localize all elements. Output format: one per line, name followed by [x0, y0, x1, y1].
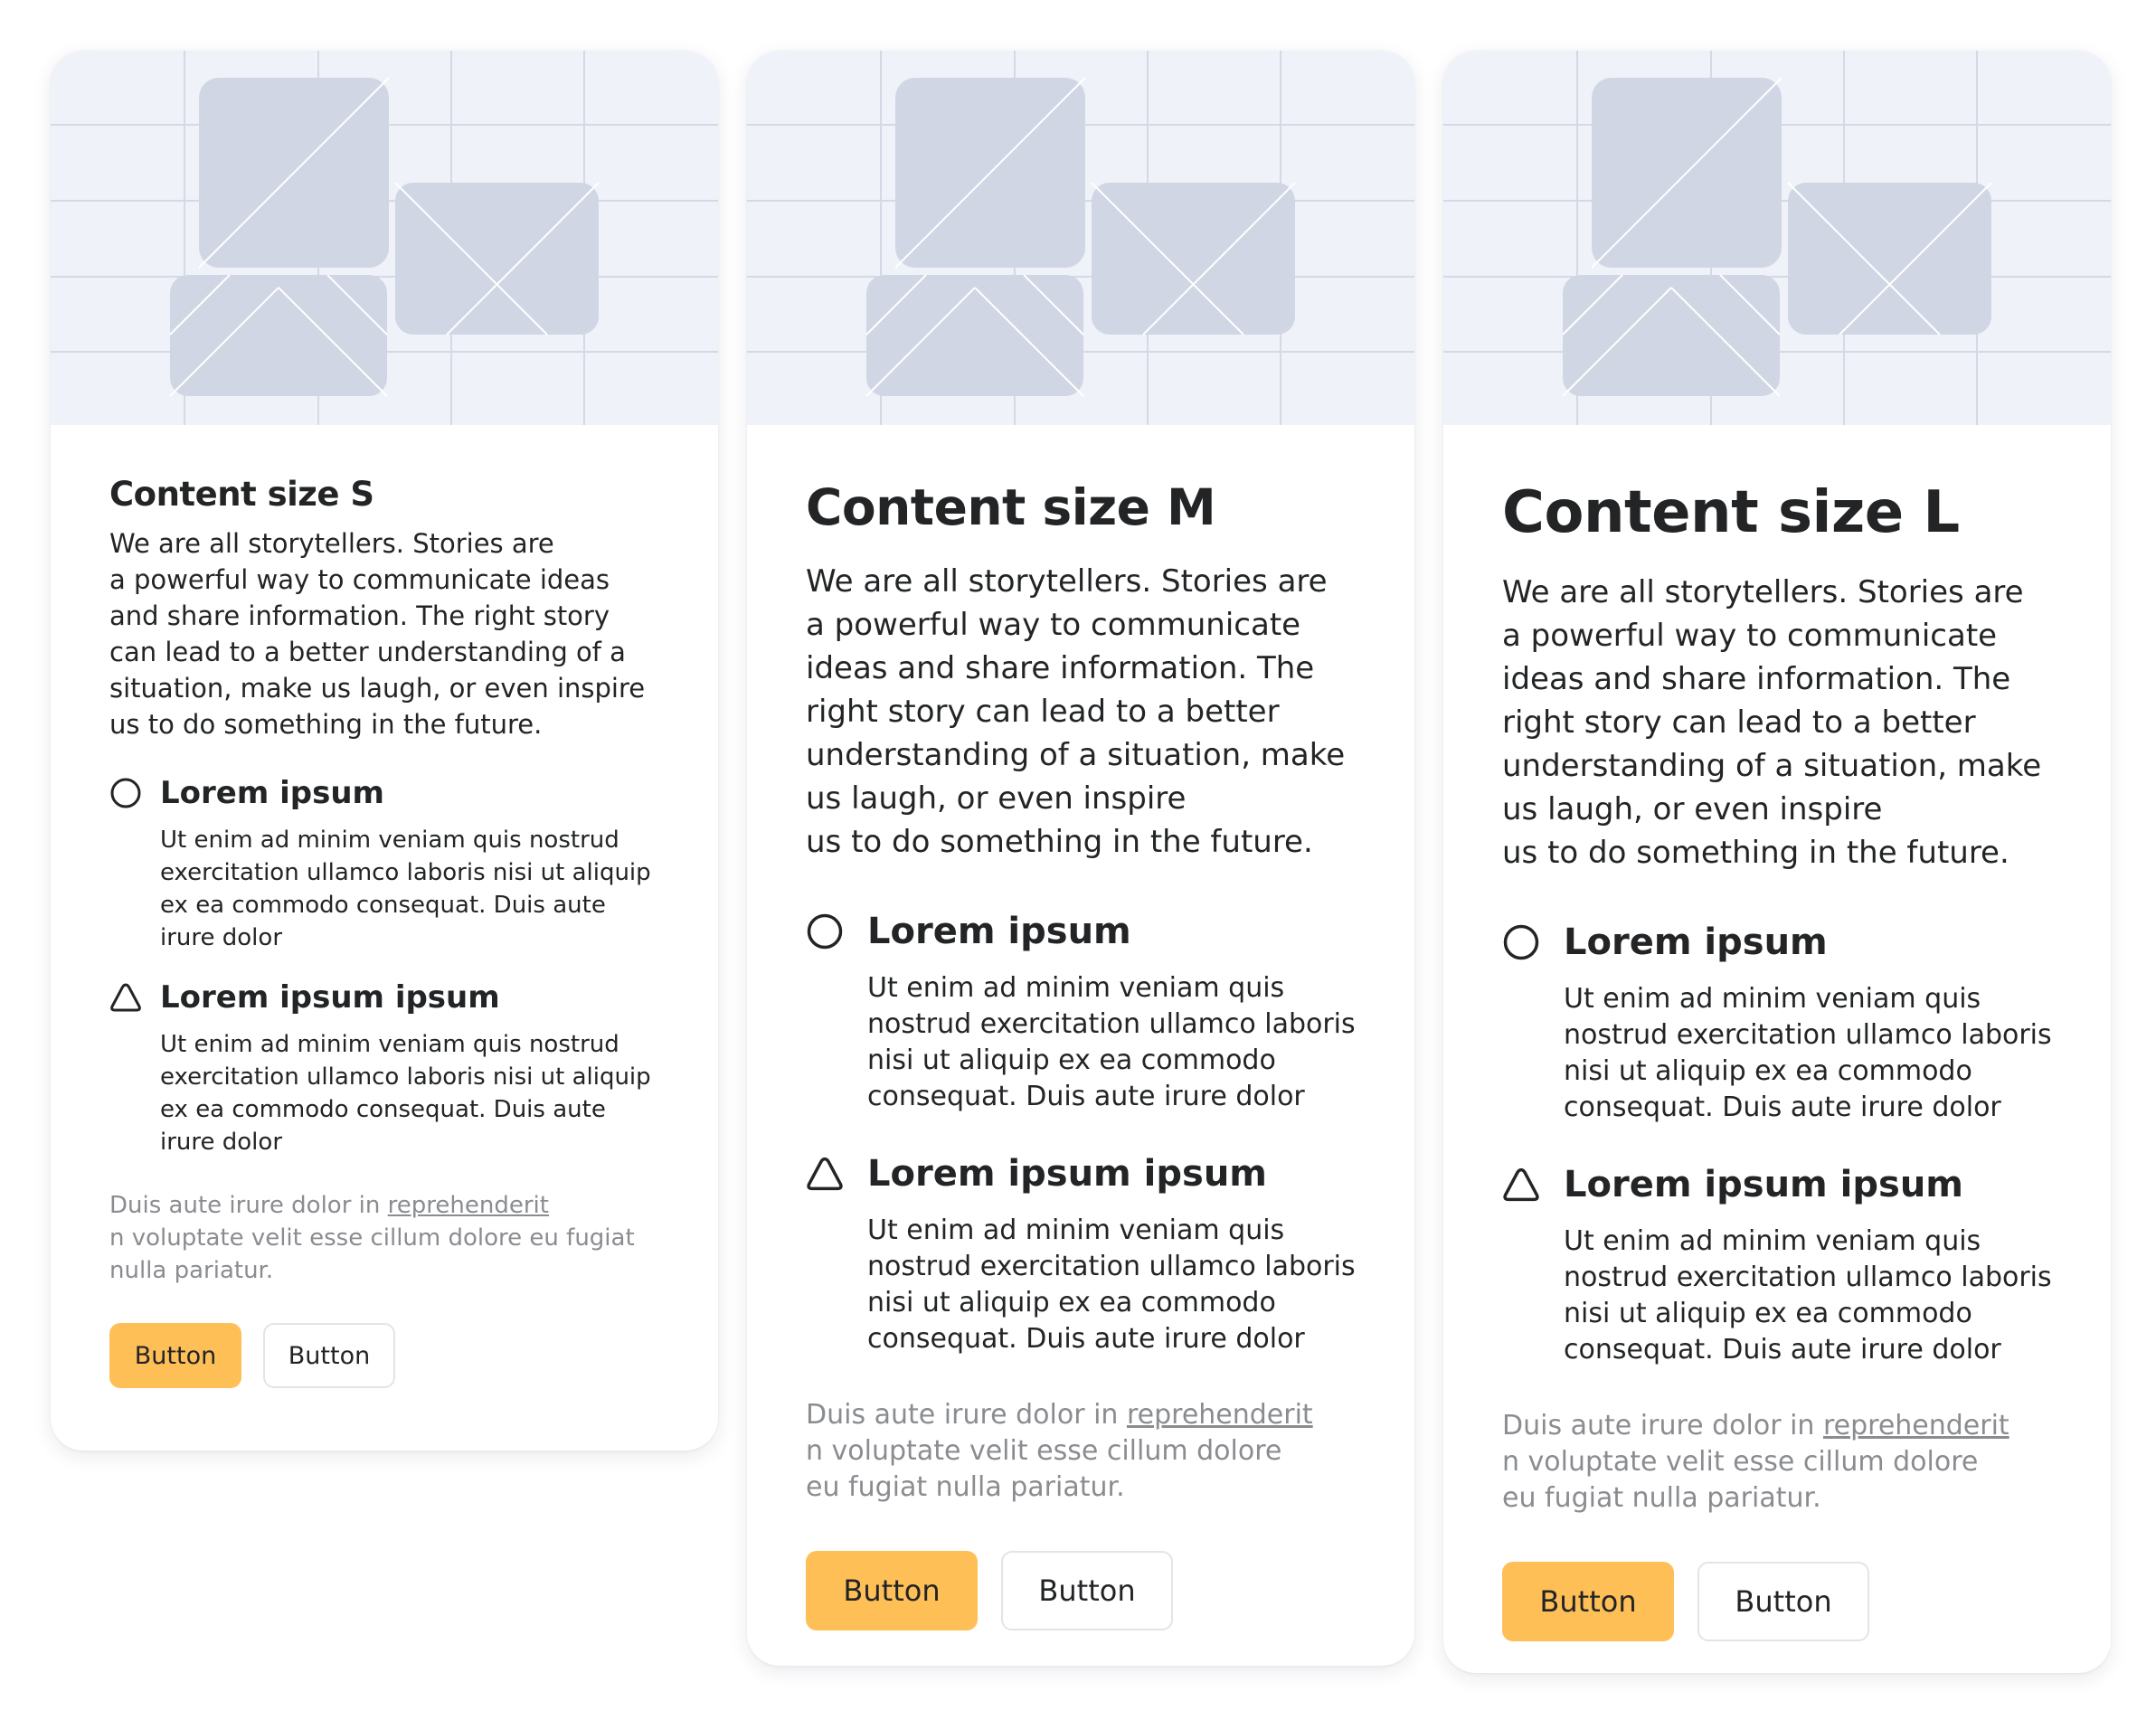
card-hero-image — [747, 51, 1414, 425]
footnote-link[interactable]: reprehenderit — [388, 1192, 549, 1219]
feature-text: Ut enim ad minim veniam quis nostrud exe… — [867, 1214, 1356, 1355]
card-content: Content size M We are all storytellers. … — [806, 469, 1356, 1630]
card-button-group: Button Button — [1502, 1562, 2052, 1641]
card-content: Content size L We are all storytellers. … — [1502, 469, 2052, 1641]
image-placeholder-icon — [198, 77, 390, 269]
card-title: Content size M — [806, 478, 1216, 536]
card-button-group: Button Button — [806, 1551, 1356, 1630]
image-placeholder-icon — [1787, 182, 1992, 335]
primary-button[interactable]: Button — [806, 1551, 978, 1630]
feature-title: Lorem ipsum ipsum — [1564, 1164, 1963, 1205]
card-intro-text: We are all storytellers. Stories are a p… — [109, 528, 646, 740]
secondary-button[interactable]: Button — [1001, 1551, 1173, 1630]
card-hero-image — [51, 51, 718, 425]
footnote-suffix: n voluptate velit esse cillum dolore eu … — [1502, 1446, 1979, 1514]
feature-item: Lorem ipsum ipsum Ut enim ad minim venia… — [806, 1142, 1356, 1357]
feature-text: Ut enim ad minim veniam quis nostrud exe… — [867, 972, 1356, 1112]
feature-title: Lorem ipsum ipsum — [160, 979, 500, 1016]
feature-item: Lorem ipsum ipsum Ut enim ad minim venia… — [1502, 1153, 2052, 1368]
feature-item: Lorem ipsum ipsum Ut enim ad minim venia… — [109, 972, 659, 1158]
card-button-group: Button Button — [109, 1323, 659, 1388]
primary-button[interactable]: Button — [109, 1323, 241, 1388]
feature-item: Lorem ipsum Ut enim ad minim veniam quis… — [806, 900, 1356, 1115]
feature-text: Ut enim ad minim veniam quis nostrud exe… — [160, 827, 651, 951]
card-title: Content size S — [109, 475, 374, 514]
image-placeholder-icon — [894, 77, 1086, 269]
feature-item: Lorem ipsum Ut enim ad minim veniam quis… — [1502, 911, 2052, 1126]
footnote-link[interactable]: reprehenderit — [1823, 1410, 2009, 1441]
image-placeholder-icon — [169, 274, 388, 397]
footnote-prefix: Duis aute irure dolor in — [109, 1192, 388, 1219]
content-card-l: Content size L We are all storytellers. … — [1443, 51, 2111, 1673]
card-intro-text: We are all storytellers. Stories are a p… — [806, 563, 1346, 860]
triangle-icon — [110, 983, 141, 1012]
circle-icon — [110, 778, 141, 808]
card-hero-image — [1443, 51, 2111, 425]
secondary-button[interactable]: Button — [1697, 1562, 1869, 1641]
image-placeholder-icon — [1562, 274, 1781, 397]
hero-illustration — [747, 51, 1414, 425]
footnote-suffix: n voluptate velit esse cillum dolore eu … — [109, 1224, 635, 1284]
feature-text: Ut enim ad minim veniam quis nostrud exe… — [1564, 983, 2052, 1123]
image-placeholder-icon — [394, 182, 600, 335]
content-card-s: Content size S We are all storytellers. … — [51, 51, 718, 1451]
footnote-prefix: Duis aute irure dolor in — [806, 1399, 1127, 1431]
card-footnote: Duis aute irure dolor in reprehenderit n… — [109, 1189, 659, 1287]
triangle-icon — [1503, 1167, 1539, 1202]
hero-illustration — [1443, 51, 2111, 425]
card-footnote: Duis aute irure dolor in reprehenderit n… — [806, 1397, 1356, 1506]
content-card-m: Content size M We are all storytellers. … — [747, 51, 1414, 1666]
card-title: Content size L — [1502, 479, 1960, 546]
feature-title: Lorem ipsum — [160, 775, 384, 811]
circle-icon — [807, 913, 843, 950]
card-content: Content size S We are all storytellers. … — [109, 469, 659, 1388]
feature-title: Lorem ipsum ipsum — [867, 1153, 1267, 1195]
footnote-link[interactable]: reprehenderit — [1127, 1399, 1313, 1431]
feature-text: Ut enim ad minim veniam quis nostrud exe… — [160, 1031, 651, 1156]
image-placeholder-icon — [1591, 77, 1782, 269]
card-intro-text: We are all storytellers. Stories are a p… — [1502, 574, 2042, 871]
feature-title: Lorem ipsum — [867, 911, 1131, 952]
footnote-suffix: n voluptate velit esse cillum dolore eu … — [806, 1435, 1282, 1503]
circle-icon — [1503, 924, 1539, 960]
feature-title: Lorem ipsum — [1564, 921, 1828, 963]
feature-text: Ut enim ad minim veniam quis nostrud exe… — [1564, 1225, 2052, 1366]
triangle-icon — [807, 1157, 843, 1191]
secondary-button[interactable]: Button — [263, 1323, 395, 1388]
footnote-prefix: Duis aute irure dolor in — [1502, 1410, 1823, 1441]
feature-item: Lorem ipsum Ut enim ad minim veniam quis… — [109, 768, 659, 954]
primary-button[interactable]: Button — [1502, 1562, 1674, 1641]
hero-illustration — [51, 51, 718, 425]
image-placeholder-icon — [1091, 182, 1296, 335]
card-footnote: Duis aute irure dolor in reprehenderit n… — [1502, 1408, 2052, 1517]
image-placeholder-icon — [865, 274, 1084, 397]
